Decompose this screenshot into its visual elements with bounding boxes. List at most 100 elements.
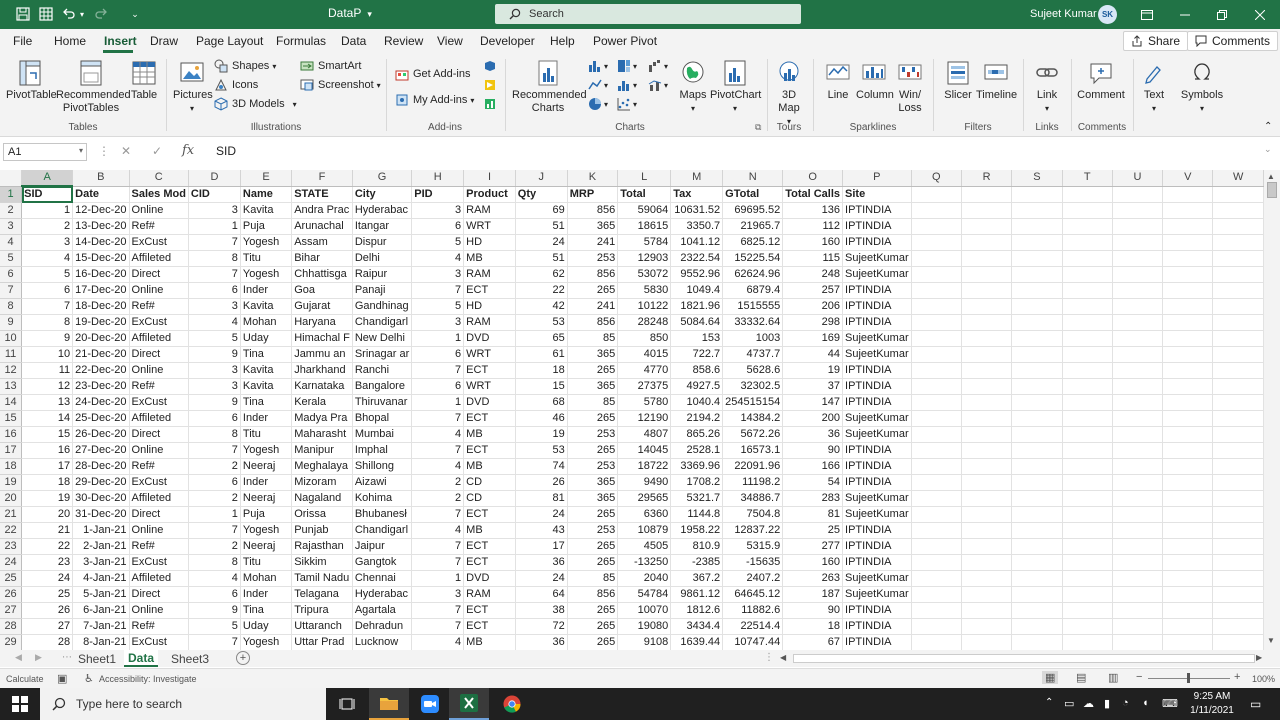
cell[interactable]: 810.9 — [670, 538, 724, 555]
cell[interactable] — [961, 330, 1013, 347]
get-addins-button[interactable]: Get Add-ins — [395, 67, 470, 81]
cell[interactable]: -2385 — [670, 554, 724, 571]
cell[interactable]: Jharkhand — [291, 362, 353, 379]
cell[interactable] — [1112, 618, 1164, 635]
chrome-app-icon[interactable] — [492, 688, 532, 720]
maps-button[interactable]: Maps ▾ — [676, 59, 710, 115]
cell[interactable]: 25-Dec-20 — [72, 410, 130, 427]
cell[interactable]: 2528.1 — [670, 442, 724, 459]
cell[interactable] — [911, 618, 962, 635]
cell[interactable] — [1062, 586, 1113, 603]
header-cell[interactable]: Total Calls — [782, 186, 844, 203]
cell[interactable] — [1062, 346, 1113, 363]
cell[interactable]: 365 — [567, 474, 619, 491]
sparkline-winloss-button[interactable]: Win/ Loss — [894, 59, 926, 115]
cell[interactable]: 206 — [782, 298, 844, 315]
row-header[interactable]: 9 — [0, 314, 23, 331]
cell[interactable]: 62 — [515, 266, 568, 283]
cell[interactable] — [1011, 282, 1063, 299]
cell[interactable]: 54 — [782, 474, 844, 491]
cell[interactable]: 6 — [411, 346, 465, 363]
cell[interactable] — [1062, 218, 1113, 235]
cell[interactable]: 6-Jan-21 — [72, 602, 130, 619]
cell[interactable]: Chandigarl — [352, 522, 413, 539]
cell[interactable] — [1212, 538, 1264, 555]
cell[interactable] — [961, 458, 1013, 475]
cell[interactable]: IPTINDIA — [842, 634, 912, 650]
cell[interactable]: 200 — [782, 410, 844, 427]
cell[interactable]: 3 — [411, 314, 465, 331]
cell[interactable]: 7 — [188, 634, 241, 650]
cancel-icon[interactable]: ✕ — [121, 144, 131, 158]
cell[interactable]: 160 — [782, 554, 844, 571]
restore-icon[interactable] — [1212, 5, 1232, 24]
cell[interactable]: 147 — [782, 394, 844, 411]
tab-power-pivot[interactable]: Power Pivot — [593, 34, 657, 48]
cell[interactable] — [961, 618, 1013, 635]
cell[interactable]: 1 — [21, 202, 74, 219]
zoom-level[interactable]: 100% — [1252, 674, 1275, 684]
cell[interactable]: 65 — [515, 330, 568, 347]
cell[interactable]: IPTINDIA — [842, 554, 912, 571]
cell[interactable]: 15 — [515, 378, 568, 395]
cell[interactable] — [1212, 618, 1264, 635]
cell[interactable]: 3369.96 — [670, 458, 724, 475]
cell[interactable]: 6 — [188, 586, 241, 603]
cell[interactable] — [1212, 474, 1264, 491]
cell[interactable]: 27375 — [617, 378, 672, 395]
cell[interactable] — [1011, 458, 1063, 475]
cell[interactable]: 24 — [515, 234, 568, 251]
cell[interactable]: 12-Dec-20 — [72, 202, 130, 219]
cell[interactable]: MB — [463, 522, 516, 539]
cell[interactable]: 5084.64 — [670, 314, 724, 331]
cell[interactable]: 265 — [567, 634, 619, 650]
cell[interactable]: 3 — [188, 362, 241, 379]
save-icon[interactable] — [12, 4, 34, 24]
cell[interactable]: 22-Dec-20 — [72, 362, 130, 379]
cell[interactable] — [1162, 266, 1214, 283]
cell[interactable]: Neeraj — [240, 458, 293, 475]
cell[interactable]: SujeetKumar — [842, 490, 912, 507]
cell[interactable]: 1049.4 — [670, 282, 724, 299]
cell[interactable]: WRT — [463, 218, 516, 235]
column-header[interactable]: F — [291, 170, 353, 187]
cell[interactable]: 1708.2 — [670, 474, 724, 491]
page-break-view-icon[interactable]: ▥ — [1108, 671, 1118, 684]
pivotchart-button[interactable]: PivotChart ▾ — [710, 59, 761, 115]
cell[interactable] — [1112, 378, 1164, 395]
cell[interactable]: Madya Pra — [291, 410, 353, 427]
cell[interactable]: 11882.6 — [722, 602, 784, 619]
cell[interactable] — [1062, 442, 1113, 459]
cell[interactable]: Kavita — [240, 362, 293, 379]
cell[interactable]: 365 — [567, 218, 619, 235]
volume-icon[interactable]: ◖ — [1142, 697, 1149, 709]
cell[interactable]: 4 — [411, 522, 465, 539]
meet-now-icon[interactable]: ▭ — [1064, 697, 1074, 710]
cell[interactable]: Srinagar ar — [352, 346, 413, 363]
cell[interactable]: 1812.6 — [670, 602, 724, 619]
cell[interactable] — [911, 426, 962, 443]
cell[interactable]: 17 — [21, 458, 74, 475]
tab-home[interactable]: Home — [54, 34, 86, 48]
cell[interactable]: 277 — [782, 538, 844, 555]
cell[interactable]: 3 — [21, 234, 74, 251]
cell[interactable]: RAM — [463, 266, 516, 283]
enter-icon[interactable]: ✓ — [152, 144, 162, 158]
cell[interactable]: 15 — [21, 426, 74, 443]
cell[interactable] — [1062, 618, 1113, 635]
column-header[interactable]: M — [670, 170, 724, 187]
cell[interactable]: 24 — [515, 506, 568, 523]
column-header[interactable]: B — [72, 170, 130, 187]
cell[interactable] — [1162, 458, 1214, 475]
cell[interactable]: 6825.12 — [722, 234, 784, 251]
cell[interactable]: 7 — [411, 410, 465, 427]
cell[interactable]: 2 — [411, 474, 465, 491]
cell[interactable]: 1-Jan-21 — [72, 522, 130, 539]
cell[interactable]: 6 — [411, 378, 465, 395]
sheet-tab-sheet3[interactable]: Sheet3 — [167, 650, 213, 667]
calc-mode[interactable]: Calculate — [6, 674, 44, 684]
cell[interactable] — [1062, 314, 1113, 331]
cell[interactable] — [961, 570, 1013, 587]
cell[interactable] — [1062, 266, 1113, 283]
cell[interactable]: ExCust — [129, 474, 189, 491]
